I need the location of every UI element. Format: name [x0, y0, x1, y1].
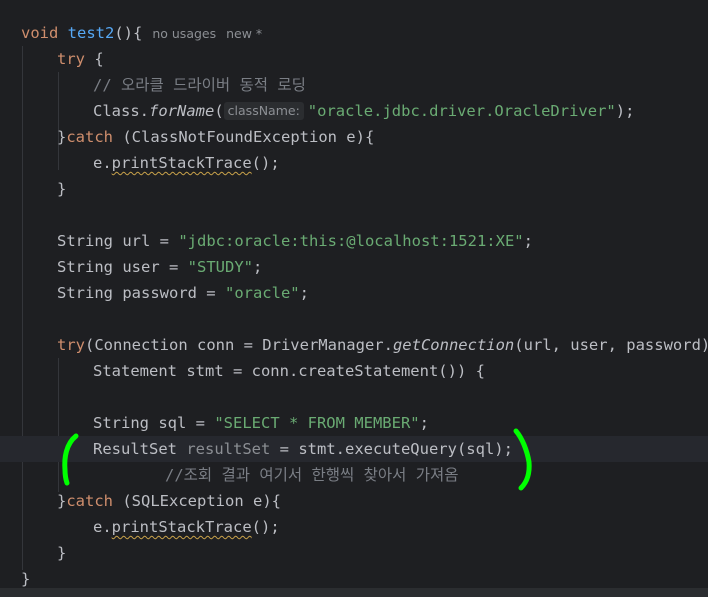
code-line-method-signature[interactable]: void test2(){ no usages new *	[21, 20, 708, 46]
resultset-type: ResultSet	[93, 440, 187, 458]
url-decl: String url =	[57, 232, 179, 250]
keyword-catch: catch	[66, 128, 114, 146]
comment-text: // 오라클 드라이버 동적 로딩	[93, 76, 306, 94]
execute-query-call: = stmt.executeQuery(sql);	[270, 440, 513, 458]
exception-ref: e.	[93, 518, 112, 536]
comment-text: //조회 결과 여기서 한행씩 찾아서 가져옴	[165, 466, 459, 484]
catch-clause: (ClassNotFoundException e){	[113, 128, 375, 146]
code-line-catch-sql[interactable]: }catch (SQLException e){	[57, 488, 708, 514]
indent-guide	[22, 46, 23, 570]
code-line-password[interactable]: String password = "oracle";	[57, 280, 708, 306]
indent-guide	[58, 358, 59, 492]
code-line-sql[interactable]: String sql = "SELECT * FROM MEMBER";	[93, 410, 708, 436]
get-connection-method: getConnection	[392, 336, 515, 354]
method-paren: (){	[114, 24, 143, 42]
method-name[interactable]: test2	[68, 24, 115, 42]
driver-string: "oracle.jdbc.driver.OracleDriver"	[307, 102, 616, 120]
resultset-unused-var[interactable]: resultSet	[186, 440, 270, 458]
keyword-void: void	[21, 24, 59, 42]
author-hint[interactable]: new *	[226, 26, 262, 41]
sql-decl: String sql =	[93, 414, 215, 432]
code-line-statement[interactable]: Statement stmt = conn.createStatement())…	[93, 358, 708, 384]
semicolon: ;	[299, 284, 309, 302]
connection-args: (url, user, password);	[514, 336, 708, 354]
usages-hint[interactable]: no usages	[152, 26, 216, 41]
print-stack-trace-warning[interactable]: printStackTrace	[112, 154, 252, 172]
password-decl: String password =	[57, 284, 225, 302]
user-decl: String user =	[57, 258, 188, 276]
code-line-print-stack-trace[interactable]: e.printStackTrace();	[93, 150, 708, 176]
parameter-hint: className:	[223, 102, 304, 120]
paren-open: (	[214, 102, 224, 120]
keyword-try: try	[57, 50, 85, 68]
class-ref: Class.	[93, 102, 149, 120]
catch-clause: (SQLException e){	[113, 492, 281, 510]
indent-guide	[58, 72, 59, 170]
password-string: "oracle"	[224, 284, 300, 302]
code-line-close-brace[interactable]: }	[57, 176, 708, 202]
semicolon: ;	[419, 414, 429, 432]
forname-method: forName	[149, 102, 215, 120]
horizontal-scrollbar[interactable]	[0, 588, 708, 597]
code-line-class-forname[interactable]: Class.forName(className: "oracle.jdbc.dri…	[93, 98, 708, 124]
sql-string: "SELECT * FROM MEMBER"	[214, 414, 420, 432]
code-line-resultset-current[interactable]: ResultSet resultSet = stmt.executeQuery(…	[0, 436, 708, 462]
keyword-catch: catch	[66, 492, 114, 510]
code-line-catch[interactable]: }catch (ClassNotFoundException e){	[57, 124, 708, 150]
url-string: "jdbc:oracle:this:@localhost:1521:XE"	[178, 232, 524, 250]
print-stack-trace-warning[interactable]: printStackTrace	[112, 518, 252, 536]
code-line-comment[interactable]: // 오라클 드라이버 동적 로딩	[93, 72, 708, 98]
close-brace: }	[21, 570, 31, 588]
code-line-comment-korean[interactable]: //조회 결과 여기서 한행씩 찾아서 가져옴	[165, 462, 708, 488]
code-line-user[interactable]: String user = "STUDY";	[57, 254, 708, 280]
exception-ref: e.	[93, 154, 112, 172]
user-string: "STUDY"	[187, 258, 253, 276]
close-brace: }	[57, 544, 67, 562]
semicolon: ;	[523, 232, 533, 250]
try-brace: {	[85, 50, 104, 68]
call-end: ();	[251, 518, 280, 536]
call-end: ();	[251, 154, 280, 172]
code-line-close-brace-2[interactable]: }	[57, 540, 708, 566]
keyword-try: try	[57, 336, 85, 354]
close-brace: }	[57, 180, 67, 198]
catch-brace: }	[57, 492, 67, 510]
connection-decl: (Connection conn = DriverManager.	[85, 336, 393, 354]
code-line-try[interactable]: try {	[57, 46, 708, 72]
code-line-url[interactable]: String url = "jdbc:oracle:this:@localhos…	[57, 228, 708, 254]
code-line-print-stack-trace-2[interactable]: e.printStackTrace();	[93, 514, 708, 540]
catch-brace: }	[57, 128, 67, 146]
statement-decl: Statement stmt = conn.createStatement())…	[93, 362, 485, 380]
semicolon: ;	[252, 258, 263, 276]
code-line-try-resources[interactable]: try(Connection conn = DriverManager.getC…	[57, 332, 708, 358]
paren-close: );	[615, 102, 635, 120]
